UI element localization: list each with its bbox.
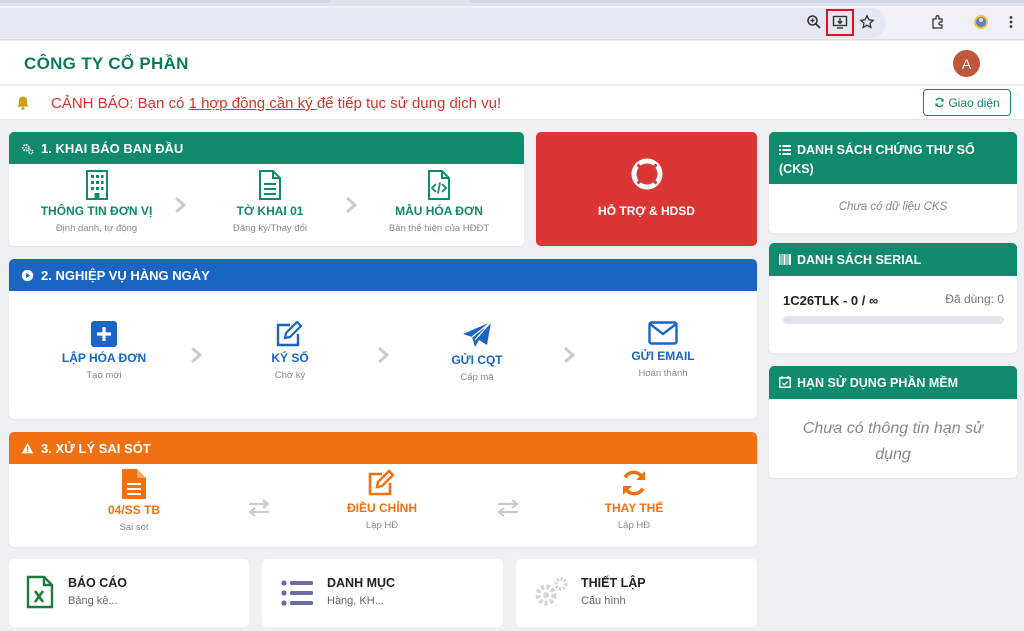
file-code-icon	[428, 170, 450, 200]
reports-card[interactable]: BÁO CÁO Bảng kê...	[9, 559, 249, 627]
step-company-info[interactable]: THÔNG TIN ĐƠN VỊ Định danh, tự động	[29, 170, 164, 234]
step-send-email[interactable]: GỬI EMAIL Hoàn thành	[608, 321, 718, 379]
daily-operations-card: 2. NGHIỆP VỤ HÀNG NGÀY LẬP HÓA ĐƠN Tạo m…	[9, 259, 757, 419]
license-empty: Chưa có thông tin hạn sử dụng	[802, 420, 984, 463]
exchange-icon	[497, 499, 519, 517]
initial-setup-card: 1. KHAI BÁO BAN ĐẦU THÔNG TIN ĐƠN VỊ Địn…	[9, 132, 524, 246]
zoom-icon[interactable]	[802, 10, 826, 34]
license-header: HẠN SỬ DỤNG PHẦN MỀM	[769, 366, 1017, 399]
step-send-tax-authority[interactable]: GỬI CQT Cấp mã	[422, 321, 532, 383]
step-create-invoice[interactable]: LẬP HÓA ĐƠN Tạo mới	[49, 321, 159, 381]
support-label: HỖ TRỢ & HDSD	[598, 204, 695, 218]
theme-button[interactable]: Giao diện	[923, 89, 1011, 116]
profile-icon[interactable]	[969, 10, 993, 34]
refresh-icon	[935, 97, 945, 108]
cogs-icon	[22, 143, 34, 154]
serial-card: DANH SÁCH SERIAL 1C26TLK - 0 / ∞ Đã dùng…	[769, 243, 1017, 353]
bell-icon	[17, 96, 29, 110]
paper-plane-icon	[463, 321, 492, 347]
warning-bar: CẢNH BÁO: Bạn có 1 hợp đồng cần ký để ti…	[0, 86, 1024, 120]
barcode-icon	[779, 254, 791, 265]
sync-icon	[622, 470, 646, 496]
error-handling-card: 3. XỬ LÝ SAI SÓT 04/SS TB Sai sót ĐIỀU C…	[9, 432, 757, 547]
catalog-card[interactable]: DANH MỤC Hàng, KH...	[262, 559, 503, 627]
bookmark-star-icon[interactable]	[855, 10, 879, 34]
chevron-right-icon	[564, 346, 576, 364]
step-sign[interactable]: KÝ SỐ Chờ ký	[235, 321, 345, 381]
step-invoice-template[interactable]: MẪU HÓA ĐƠN Bản thể hiện của HĐĐT	[374, 170, 504, 234]
highlight-frame	[826, 9, 854, 36]
step-registration-form[interactable]: TỜ KHAI 01 Đăng ký/Thay đổi	[205, 170, 335, 234]
address-bar[interactable]	[0, 8, 886, 38]
serial-progress-bar	[783, 316, 1004, 324]
exchange-icon	[248, 499, 270, 517]
chevron-right-icon	[378, 346, 390, 364]
file-alt-icon	[122, 469, 146, 499]
browser-tab[interactable]	[0, 0, 330, 3]
envelope-icon	[648, 321, 678, 345]
browser-toolbar	[0, 6, 1024, 40]
calendar-check-icon	[779, 376, 791, 388]
initial-setup-header: 1. KHAI BÁO BAN ĐẦU	[9, 132, 524, 164]
license-card: HẠN SỬ DỤNG PHẦN MỀM Chưa có thông tin h…	[769, 366, 1017, 478]
serial-value: 1C26TLK - 0 / ∞	[783, 293, 879, 308]
building-icon	[85, 170, 108, 200]
serial-usage: Đã dùng: 0	[945, 292, 1004, 306]
step-error-notice[interactable]: 04/SS TB Sai sót	[79, 469, 189, 533]
step-adjust-invoice[interactable]: ĐIỀU CHỈNH Lập HĐ	[327, 469, 437, 531]
step-replace-invoice[interactable]: THAY THẾ Lập HĐ	[579, 469, 689, 531]
browser-tab[interactable]	[470, 0, 1024, 3]
menu-dots-icon[interactable]	[999, 10, 1023, 34]
plus-square-icon	[91, 321, 117, 347]
settings-card[interactable]: THIẾT LẬP Cấu hình	[516, 559, 757, 627]
chevron-right-icon	[191, 346, 203, 364]
play-circle-icon	[21, 269, 34, 281]
error-handling-header: 3. XỬ LÝ SAI SÓT	[9, 432, 757, 464]
contract-link[interactable]: 1 hợp đồng cần ký	[189, 95, 317, 112]
serial-header: DANH SÁCH SERIAL	[769, 243, 1017, 276]
company-name: CÔNG TY CỔ PHẦN	[24, 54, 189, 73]
certificates-empty: Chưa có dữ liệu CKS	[838, 201, 948, 213]
app-header: CÔNG TY CỔ PHẦN A	[0, 41, 1024, 85]
chevron-right-icon	[175, 196, 187, 214]
warning-triangle-icon	[21, 442, 34, 453]
file-text-icon	[259, 170, 281, 200]
certificates-card: DANH SÁCH CHỨNG THƯ SỐ (CKS) Chưa có dữ …	[769, 132, 1017, 233]
pen-square-icon	[276, 321, 303, 347]
support-guide-button[interactable]: HỖ TRỢ & HDSD	[536, 132, 757, 246]
chevron-right-icon	[346, 196, 358, 214]
avatar[interactable]: A	[953, 50, 980, 77]
lifebuoy-icon	[631, 158, 663, 190]
cogs-icon	[535, 577, 568, 606]
edit-icon	[368, 469, 395, 496]
list-ul-icon	[779, 145, 791, 155]
warning-message: CẢNH BÁO: Bạn có 1 hợp đồng cần ký để ti…	[51, 95, 502, 112]
certificates-header: DANH SÁCH CHỨNG THƯ SỐ (CKS)	[769, 132, 1017, 184]
list-icon	[281, 580, 313, 606]
daily-operations-header: 2. NGHIỆP VỤ HÀNG NGÀY	[9, 259, 757, 291]
file-excel-icon	[26, 575, 54, 609]
extensions-icon[interactable]	[926, 10, 950, 34]
